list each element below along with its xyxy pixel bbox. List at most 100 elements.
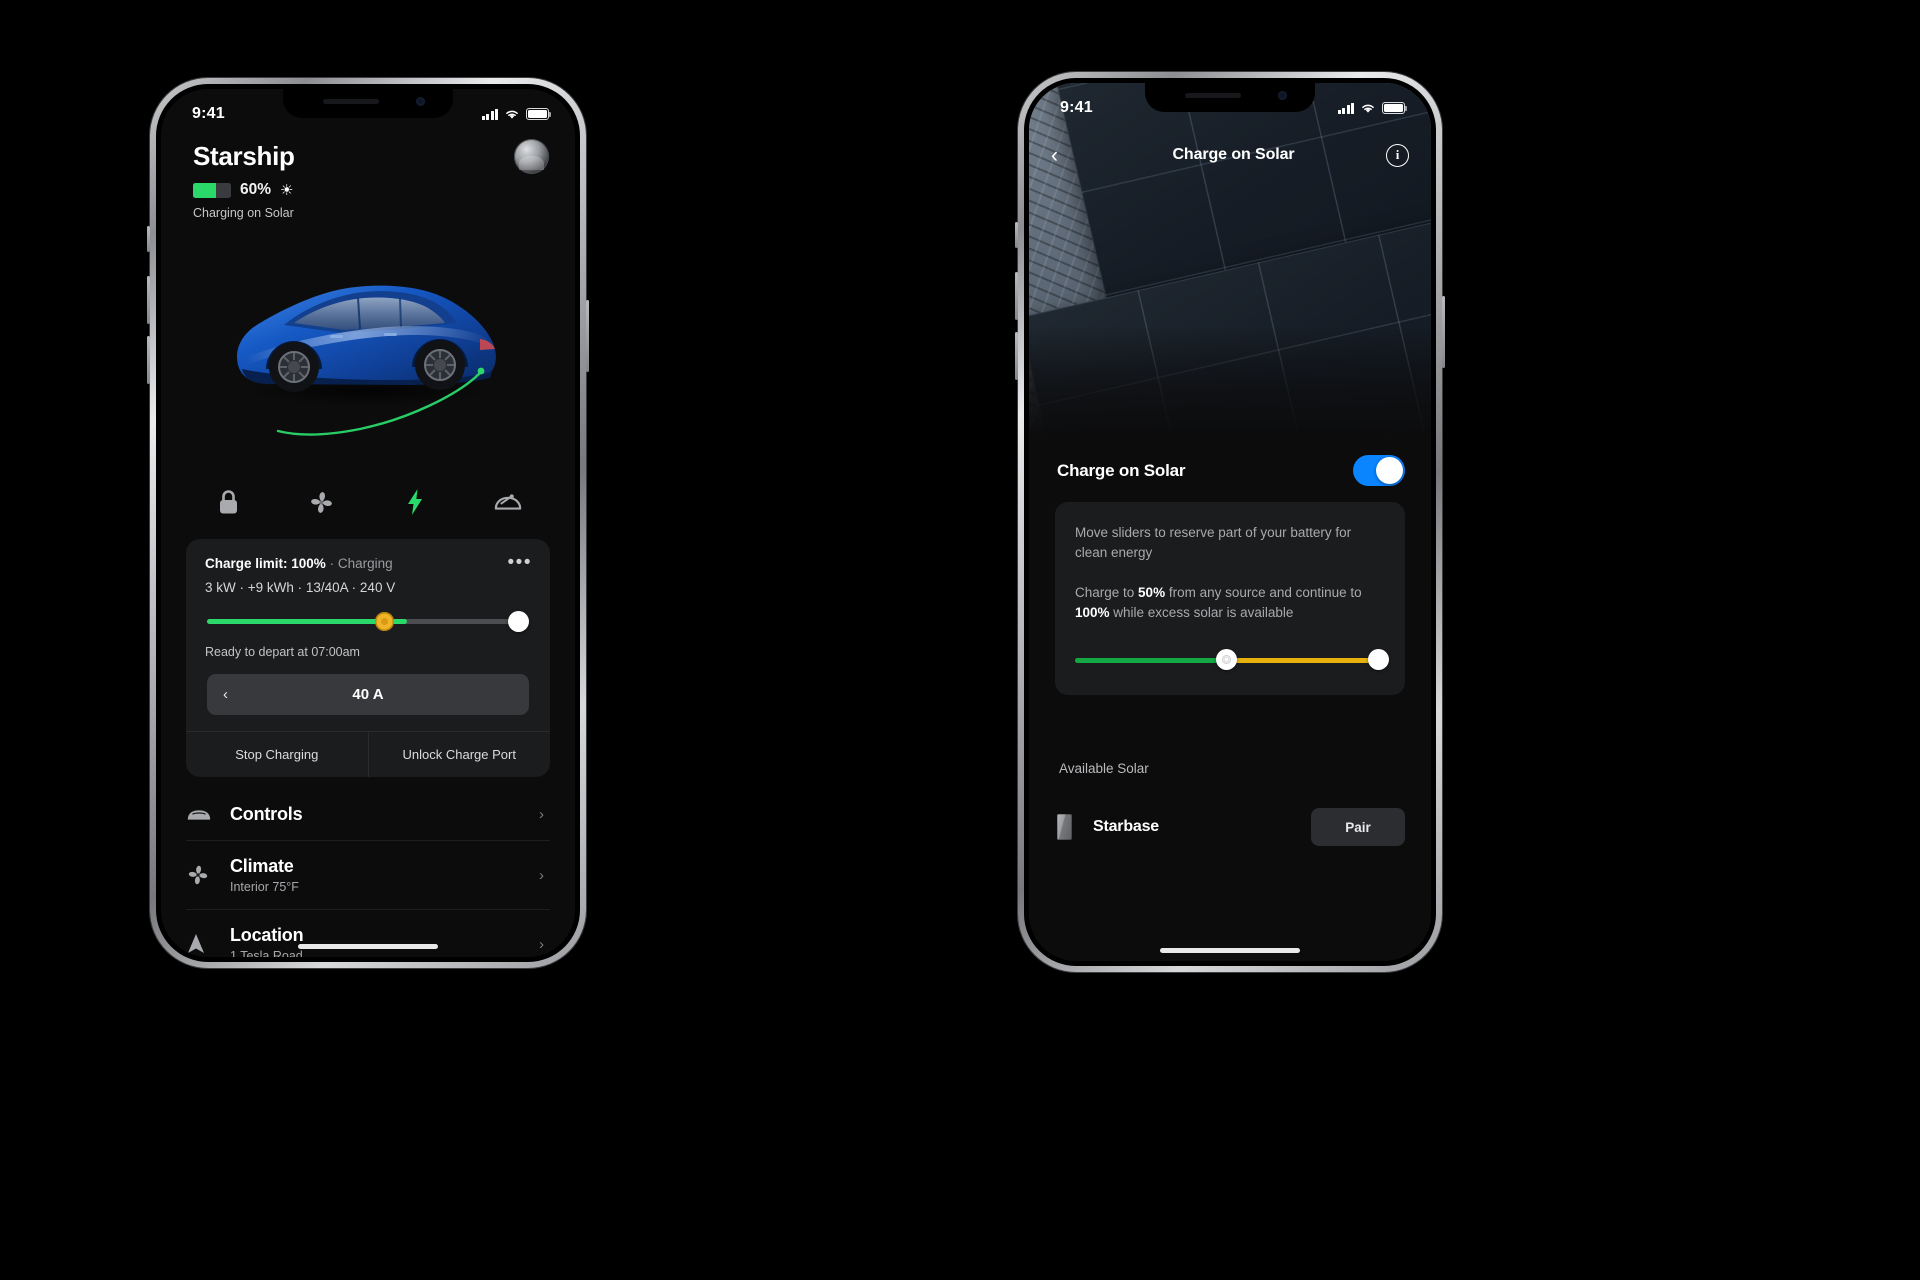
- fan-icon[interactable]: [304, 485, 338, 519]
- powerwall-icon: [1057, 814, 1093, 840]
- bolt-icon[interactable]: [398, 485, 432, 519]
- solar-reserve-slider[interactable]: [1075, 649, 1390, 671]
- range-mid: from any source and continue to: [1165, 585, 1362, 601]
- slider-fill-amber: [1226, 658, 1379, 663]
- list-item-subtitle: 1 Tesla Road: [230, 949, 303, 957]
- charge-limit-label: Charge limit:: [205, 556, 288, 571]
- charge-metrics: 3 kW · +9 kWh · 13/40A · 240 V: [205, 580, 396, 595]
- nav-bar: ‹ Charge on Solar i: [1029, 135, 1431, 175]
- back-button[interactable]: ‹: [1051, 145, 1081, 166]
- chevron-right-icon: ›: [539, 806, 544, 823]
- charge-on-solar-row: Charge on Solar: [1057, 455, 1405, 486]
- earpiece-speaker: [1185, 93, 1241, 98]
- home-indicator[interactable]: [1160, 948, 1300, 953]
- power-button[interactable]: [586, 300, 589, 372]
- charge-limit-value: 100%: [291, 556, 326, 571]
- lock-icon[interactable]: [211, 485, 245, 519]
- page-title: Charge on Solar: [1172, 146, 1295, 163]
- stop-charging-button[interactable]: Stop Charging: [186, 732, 368, 777]
- charge-card: ••• Charge limit: 100% · Charging 3 kW ·…: [186, 539, 550, 777]
- list-item-subtitle: Interior 75°F: [230, 880, 299, 894]
- menu-list: Controls › Climate Interior 75°F › Locat…: [186, 789, 550, 957]
- wifi-icon: [506, 110, 518, 119]
- vehicle-illustration: [161, 249, 575, 464]
- range-pre: Charge to: [1075, 585, 1139, 601]
- earpiece-speaker: [323, 99, 379, 104]
- chevron-right-icon: ›: [539, 935, 544, 953]
- notch: [283, 89, 453, 118]
- slider-max-knob[interactable]: [1368, 649, 1390, 671]
- slider-fill-green: [1075, 658, 1227, 663]
- battery-icon: [1382, 102, 1408, 114]
- slider-solar-knob[interactable]: [1216, 649, 1238, 671]
- solar-device-name: Starbase: [1093, 818, 1159, 835]
- battery-percent-label: 60%: [240, 181, 272, 198]
- list-item-title: Controls: [230, 804, 303, 824]
- list-item-text: Location 1 Tesla Road: [230, 925, 539, 957]
- amperage-value: 40 A: [352, 686, 384, 703]
- quick-actions-bar: [191, 474, 545, 530]
- list-item-text: Controls: [230, 804, 539, 825]
- hero-gradient-overlay: [1029, 326, 1431, 436]
- car-icon: [186, 807, 230, 823]
- front-camera-icon: [1278, 91, 1287, 100]
- chevron-right-icon: ›: [539, 866, 544, 884]
- info-icon[interactable]: i: [1386, 143, 1409, 167]
- power-button[interactable]: [1442, 296, 1445, 368]
- amperage-stepper[interactable]: ‹ 40 A: [207, 674, 529, 715]
- vehicle-header: Starship 60% ☀ Charging on Solar: [193, 141, 547, 220]
- charge-separator: ·: [329, 556, 335, 571]
- phone-right-screen: 9:41 ‹ Charge on Solar i Charge on Solar…: [1029, 83, 1431, 961]
- avatar[interactable]: [514, 139, 549, 174]
- pair-button[interactable]: Pair: [1311, 808, 1405, 846]
- cellular-signal-icon: [481, 108, 498, 120]
- vehicle-charge-status: Charging on Solar: [193, 206, 294, 220]
- screenshot-stage: 9:41 Starship 60% ☀ Charging on Solar ••…: [0, 0, 1920, 1280]
- list-item-climate[interactable]: Climate Interior 75°F ›: [186, 840, 550, 909]
- vehicle-battery-row: 60% ☀: [193, 181, 547, 199]
- model-s-car-image: [236, 285, 496, 436]
- volume-down-button[interactable]: [147, 336, 150, 384]
- charge-limit-slider[interactable]: [207, 610, 529, 632]
- range-limit-value: 100%: [1075, 604, 1110, 620]
- slider-limit-knob[interactable]: [508, 611, 529, 632]
- unlock-charge-port-button[interactable]: Unlock Charge Port: [367, 732, 551, 777]
- battery-level-indicator: [193, 182, 231, 198]
- charge-limit-line: Charge limit: 100% · Charging: [205, 556, 531, 571]
- volume-up-button[interactable]: [1015, 272, 1018, 320]
- solar-range-text: Charge to 50% from any source and contin…: [1075, 583, 1385, 622]
- home-indicator[interactable]: [298, 944, 438, 949]
- mute-switch[interactable]: [147, 226, 150, 252]
- fan-icon: [186, 863, 230, 887]
- battery-icon: [526, 108, 552, 120]
- navigation-arrow-icon: [186, 932, 230, 956]
- volume-down-button[interactable]: [1015, 332, 1018, 380]
- sun-icon: ☀: [280, 181, 294, 199]
- charge-on-solar-toggle[interactable]: [1353, 455, 1405, 486]
- more-options-button[interactable]: •••: [508, 553, 532, 572]
- mute-switch[interactable]: [1015, 222, 1018, 248]
- list-item-controls[interactable]: Controls ›: [186, 789, 550, 840]
- phone-left: 9:41 Starship 60% ☀ Charging on Solar ••…: [147, 78, 589, 968]
- status-time: 9:41: [1060, 99, 1093, 116]
- charge-actions: Stop Charging Unlock Charge Port: [186, 731, 550, 777]
- vehicle-name: Starship: [193, 141, 295, 171]
- solar-info-card: Move sliders to reserve part of your bat…: [1055, 502, 1405, 696]
- notch: [1145, 83, 1315, 112]
- solar-device-row: Starbase Pair: [1057, 798, 1405, 856]
- list-item-location[interactable]: Location 1 Tesla Road ›: [186, 909, 550, 957]
- available-solar-label: Available Solar: [1059, 761, 1149, 776]
- charge-on-solar-label: Charge on Solar: [1057, 460, 1186, 480]
- chevron-left-icon[interactable]: ‹: [223, 686, 228, 703]
- wifi-icon: [1362, 104, 1374, 113]
- list-item-title: Location: [230, 925, 304, 945]
- list-item-title: Climate: [230, 856, 294, 876]
- status-time: 9:41: [192, 105, 225, 122]
- front-camera-icon: [416, 97, 425, 106]
- trunk-icon[interactable]: [491, 485, 525, 519]
- solar-instruction-text: Move sliders to reserve part of your bat…: [1075, 525, 1352, 560]
- phone-left-screen: 9:41 Starship 60% ☀ Charging on Solar ••…: [161, 89, 575, 957]
- volume-up-button[interactable]: [147, 276, 150, 324]
- slider-sun-knob[interactable]: [374, 612, 394, 631]
- ready-to-depart-text: Ready to depart at 07:00am: [205, 645, 360, 659]
